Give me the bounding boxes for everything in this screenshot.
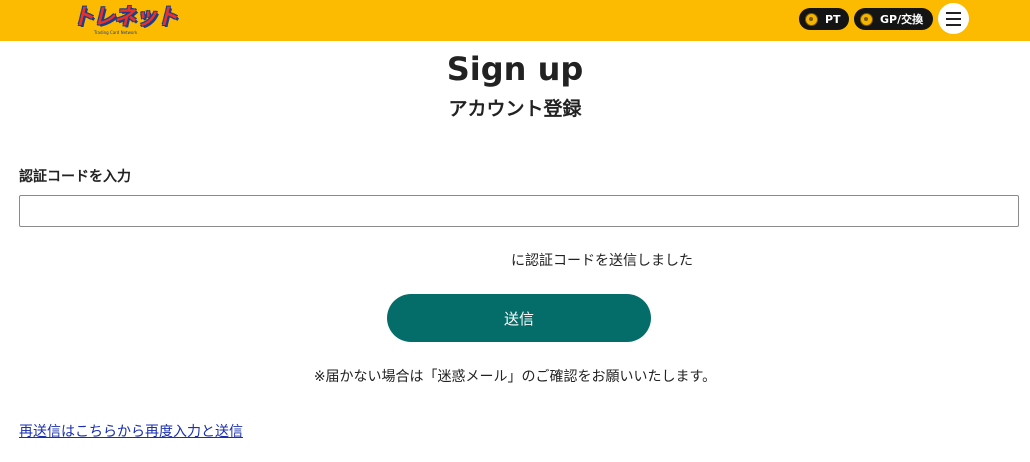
- pt-label: PT: [825, 12, 841, 26]
- page-subtitle: アカウント登録: [448, 98, 582, 120]
- site-logo[interactable]: トレネット Trading Card Network: [72, 4, 178, 36]
- verification-code-input[interactable]: [19, 195, 1019, 227]
- coin-icon: [805, 12, 818, 26]
- site-header: トレネット Trading Card Network PT GP/交換: [0, 0, 1030, 41]
- code-field-label: 認証コードを入力: [19, 169, 131, 185]
- submit-button[interactable]: 送信: [387, 294, 651, 342]
- logo-tagline: Trading Card Network: [94, 30, 138, 35]
- gp-exchange-button[interactable]: GP/交換: [854, 8, 933, 30]
- coin-icon: [860, 12, 873, 26]
- logo-wordmark: トレネット: [72, 5, 178, 30]
- code-sent-message: に認証コードを送信しました: [511, 253, 693, 269]
- menu-button[interactable]: [938, 3, 969, 34]
- resend-link[interactable]: 再送信はこちらから再度入力と送信: [19, 422, 243, 442]
- page-title: Sign up: [446, 50, 584, 88]
- pt-balance-button[interactable]: PT: [799, 8, 849, 30]
- spam-note: ※届かない場合は「迷惑メール」のご確認をお願いいたします。: [313, 369, 717, 385]
- gp-label: GP/交換: [880, 13, 924, 26]
